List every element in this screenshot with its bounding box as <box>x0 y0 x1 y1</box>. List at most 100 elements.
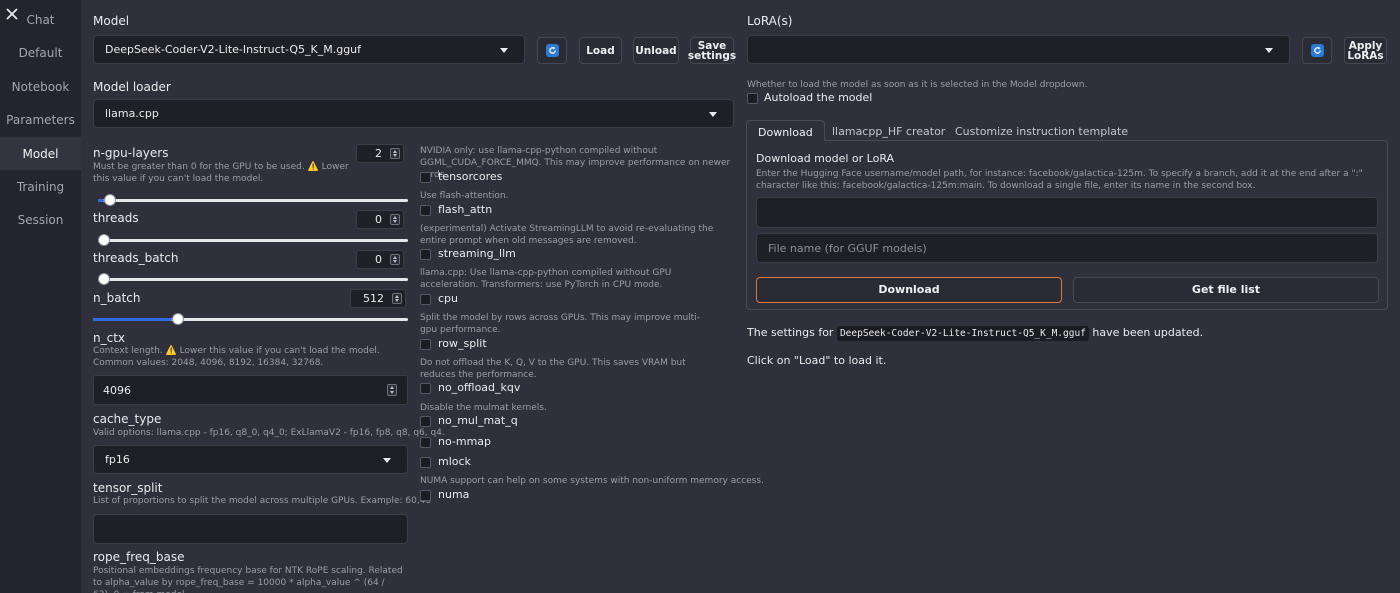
tab-customize-instruction-template[interactable]: Customize instruction template <box>955 125 1128 138</box>
no-mul-mat-q-checkbox[interactable] <box>420 416 431 427</box>
tab-llamacpp-hf-creator[interactable]: llamacpp_HF creator <box>832 125 945 138</box>
apply-loras-label-1: Apply <box>1348 39 1383 52</box>
autoload-hint: Whether to load the model as soon as it … <box>747 80 1088 90</box>
n-gpu-layers-input[interactable]: 2 <box>356 144 404 163</box>
numa-hint: NUMA support can help on some systems wi… <box>420 476 764 486</box>
rope-freq-base-hint: Positional embeddings frequency base for… <box>93 566 403 593</box>
sidebar-item-training[interactable]: Training <box>0 170 81 203</box>
threads-batch-label: threads_batch <box>93 251 179 265</box>
threads-batch-slider[interactable] <box>98 273 408 285</box>
rope-freq-base-label: rope_freq_base <box>93 550 185 564</box>
chevron-down-icon <box>383 457 391 463</box>
lora-label: LoRA(s) <box>747 14 793 28</box>
slider-thumb[interactable] <box>171 313 184 325</box>
spinner-icon[interactable] <box>390 214 400 225</box>
flash-attn-hint: Use flash-attention. <box>420 191 509 201</box>
model-loader-value: llama.cpp <box>105 107 159 120</box>
status-load-hint: Click on "Load" to load it. <box>747 354 887 367</box>
threads-value: 0 <box>375 213 382 226</box>
sidebar-item-chat[interactable]: Chat <box>0 3 81 36</box>
n-ctx-label: n_ctx <box>93 331 126 345</box>
row-split-hint: Split the model by rows across GPUs. Thi… <box>420 313 700 335</box>
no-offload-kqv-checkbox[interactable] <box>420 383 431 394</box>
status-prefix: The settings for <box>747 326 834 339</box>
cache-type-dropdown[interactable]: fp16 <box>93 445 408 474</box>
cpu-checkbox[interactable] <box>420 294 431 305</box>
chevron-down-icon <box>500 47 508 53</box>
tensor-split-input[interactable] <box>93 514 408 544</box>
repo-input[interactable] <box>756 197 1378 228</box>
no-mmap-checkbox[interactable] <box>420 437 431 448</box>
apply-loras-button[interactable]: Apply LoRAs <box>1344 37 1387 64</box>
download-hint: Enter the Hugging Face username/model pa… <box>756 169 1363 191</box>
row-split-label: row_split <box>438 337 487 350</box>
save-settings-label-2: settings <box>687 49 737 62</box>
cache-type-label: cache_type <box>93 412 162 426</box>
n-batch-input[interactable]: 512 <box>350 289 406 308</box>
save-settings-label-1: Save <box>697 39 727 52</box>
no-mul-mat-q-label: no_mul_mat_q <box>438 414 518 427</box>
sidebar-item-notebook[interactable]: Notebook <box>0 70 81 103</box>
chevron-down-icon <box>1265 47 1273 53</box>
sidebar-item-model[interactable]: Model <box>0 137 81 170</box>
model-dropdown[interactable]: DeepSeek-Coder-V2-Lite-Instruct-Q5_K_M.g… <box>93 35 525 64</box>
n-gpu-layers-slider[interactable] <box>98 194 408 206</box>
slider-thumb[interactable] <box>104 194 117 206</box>
n-ctx-input[interactable]: 4096 <box>93 375 408 405</box>
threads-slider[interactable] <box>98 234 408 246</box>
n-batch-slider[interactable] <box>93 313 408 325</box>
mlock-checkbox[interactable] <box>420 457 431 468</box>
spinner-icon[interactable] <box>392 293 402 304</box>
sidebar-item-parameters[interactable]: Parameters <box>0 103 81 136</box>
file-name-input[interactable]: File name (for GGUF models) <box>756 233 1378 263</box>
flash-attn-checkbox[interactable] <box>420 205 431 216</box>
save-settings-button[interactable]: Save settings <box>687 37 737 64</box>
threads-input[interactable]: 0 <box>356 210 404 229</box>
spinner-icon[interactable] <box>387 384 397 396</box>
sidebar-item-session[interactable]: Session <box>0 203 81 236</box>
lora-dropdown[interactable] <box>747 35 1290 64</box>
streaming-llm-hint: (experimental) Activate StreamingLLM to … <box>420 224 714 246</box>
slider-thumb[interactable] <box>98 234 110 246</box>
numa-checkbox[interactable] <box>420 490 431 501</box>
n-ctx-hint: Context length. ⚠️ Lower this value if y… <box>93 346 380 368</box>
numa-label: numa <box>438 488 470 501</box>
threads-batch-value: 0 <box>375 253 382 266</box>
refresh-models-button[interactable] <box>537 37 567 64</box>
load-button[interactable]: Load <box>579 37 622 64</box>
threads-batch-input[interactable]: 0 <box>356 250 404 269</box>
get-file-list-button[interactable]: Get file list <box>1073 277 1379 303</box>
chevron-down-icon <box>709 111 717 117</box>
spinner-icon[interactable] <box>390 254 400 265</box>
no-mul-mat-q-hint: Disable the mulmat kernels. <box>420 403 547 413</box>
tensorcores-label: tensorcores <box>438 170 503 183</box>
mlock-label: mlock <box>438 455 471 468</box>
unload-button[interactable]: Unload <box>633 37 679 64</box>
streaming-llm-label: streaming_llm <box>438 247 516 260</box>
model-dropdown-value: DeepSeek-Coder-V2-Lite-Instruct-Q5_K_M.g… <box>105 43 362 56</box>
download-title: Download model or LoRA <box>756 152 895 165</box>
status-model-name: DeepSeek-Coder-V2-Lite-Instruct-Q5_K_M.g… <box>836 326 1089 341</box>
sidebar-item-default[interactable]: Default <box>0 36 81 69</box>
streaming-llm-checkbox[interactable] <box>420 249 431 260</box>
row-split-checkbox[interactable] <box>420 339 431 350</box>
cache-type-value: fp16 <box>105 453 130 466</box>
n-batch-label: n_batch <box>93 291 141 305</box>
model-loader-dropdown[interactable]: llama.cpp <box>93 99 734 128</box>
tab-download[interactable]: Download <box>746 120 825 141</box>
threads-label: threads <box>93 211 139 225</box>
slider-thumb[interactable] <box>98 273 110 285</box>
autoload-checkbox[interactable] <box>747 93 758 104</box>
n-gpu-layers-label: n-gpu-layers <box>93 146 169 160</box>
no-mmap-label: no-mmap <box>438 435 492 448</box>
apply-loras-label-2: LoRAs <box>1347 49 1384 62</box>
status-message: The settings for DeepSeek-Coder-V2-Lite-… <box>747 326 1203 341</box>
n-batch-value: 512 <box>363 292 384 305</box>
download-button[interactable]: Download <box>756 277 1062 303</box>
flash-attn-label: flash_attn <box>438 203 493 216</box>
refresh-loras-button[interactable] <box>1302 37 1332 64</box>
n-gpu-layers-value: 2 <box>375 147 382 160</box>
spinner-icon[interactable] <box>390 148 400 159</box>
tensorcores-checkbox[interactable] <box>420 172 431 183</box>
no-offload-kqv-label: no_offload_kqv <box>438 381 521 394</box>
